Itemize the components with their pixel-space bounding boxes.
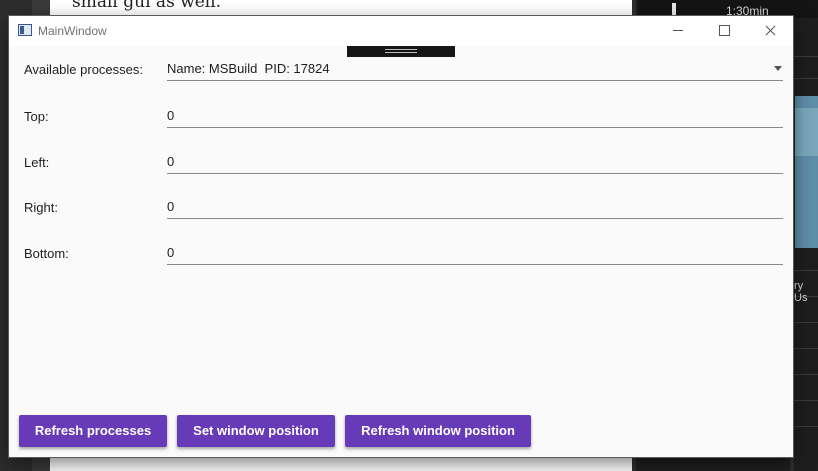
top-label: Top:: [24, 109, 49, 124]
background-side-text: ry Us: [794, 280, 808, 304]
right-input[interactable]: 0: [167, 196, 783, 219]
window-title: MainWindow: [38, 24, 107, 38]
drag-handle[interactable]: [347, 46, 455, 57]
title-bar[interactable]: MainWindow: [9, 16, 793, 46]
main-window: MainWindow Available processes: Name: MS…: [9, 16, 793, 457]
processes-label: Available processes:: [24, 62, 143, 77]
processes-selected-value: Name: MSBuild PID: 17824: [167, 61, 330, 76]
bottom-label: Bottom:: [24, 246, 69, 261]
maximize-button[interactable]: [701, 16, 747, 46]
background-playhead: [672, 3, 676, 17]
refresh-processes-button[interactable]: Refresh processes: [19, 415, 167, 447]
minimize-icon: [673, 30, 683, 31]
close-button[interactable]: [747, 16, 793, 46]
refresh-window-position-button[interactable]: Refresh window position: [345, 415, 531, 447]
left-input[interactable]: 0: [167, 151, 783, 174]
top-value: 0: [167, 108, 175, 123]
left-value: 0: [167, 154, 175, 169]
chevron-down-icon[interactable]: [774, 66, 782, 71]
bottom-value: 0: [167, 245, 175, 260]
left-label: Left:: [24, 155, 50, 170]
background-document-text: small gui as well.: [72, 0, 222, 12]
minimize-button[interactable]: [655, 16, 701, 46]
set-window-position-button[interactable]: Set window position: [177, 415, 335, 447]
maximize-icon: [719, 25, 730, 36]
app-window-icon: [18, 24, 32, 36]
background-blue-panel-highlight: [795, 108, 818, 156]
right-label: Right:: [24, 200, 58, 215]
right-value: 0: [167, 199, 175, 214]
top-input[interactable]: 0: [167, 105, 783, 128]
bottom-input[interactable]: 0: [167, 242, 783, 265]
processes-combobox[interactable]: Name: MSBuild PID: 17824: [167, 58, 783, 81]
